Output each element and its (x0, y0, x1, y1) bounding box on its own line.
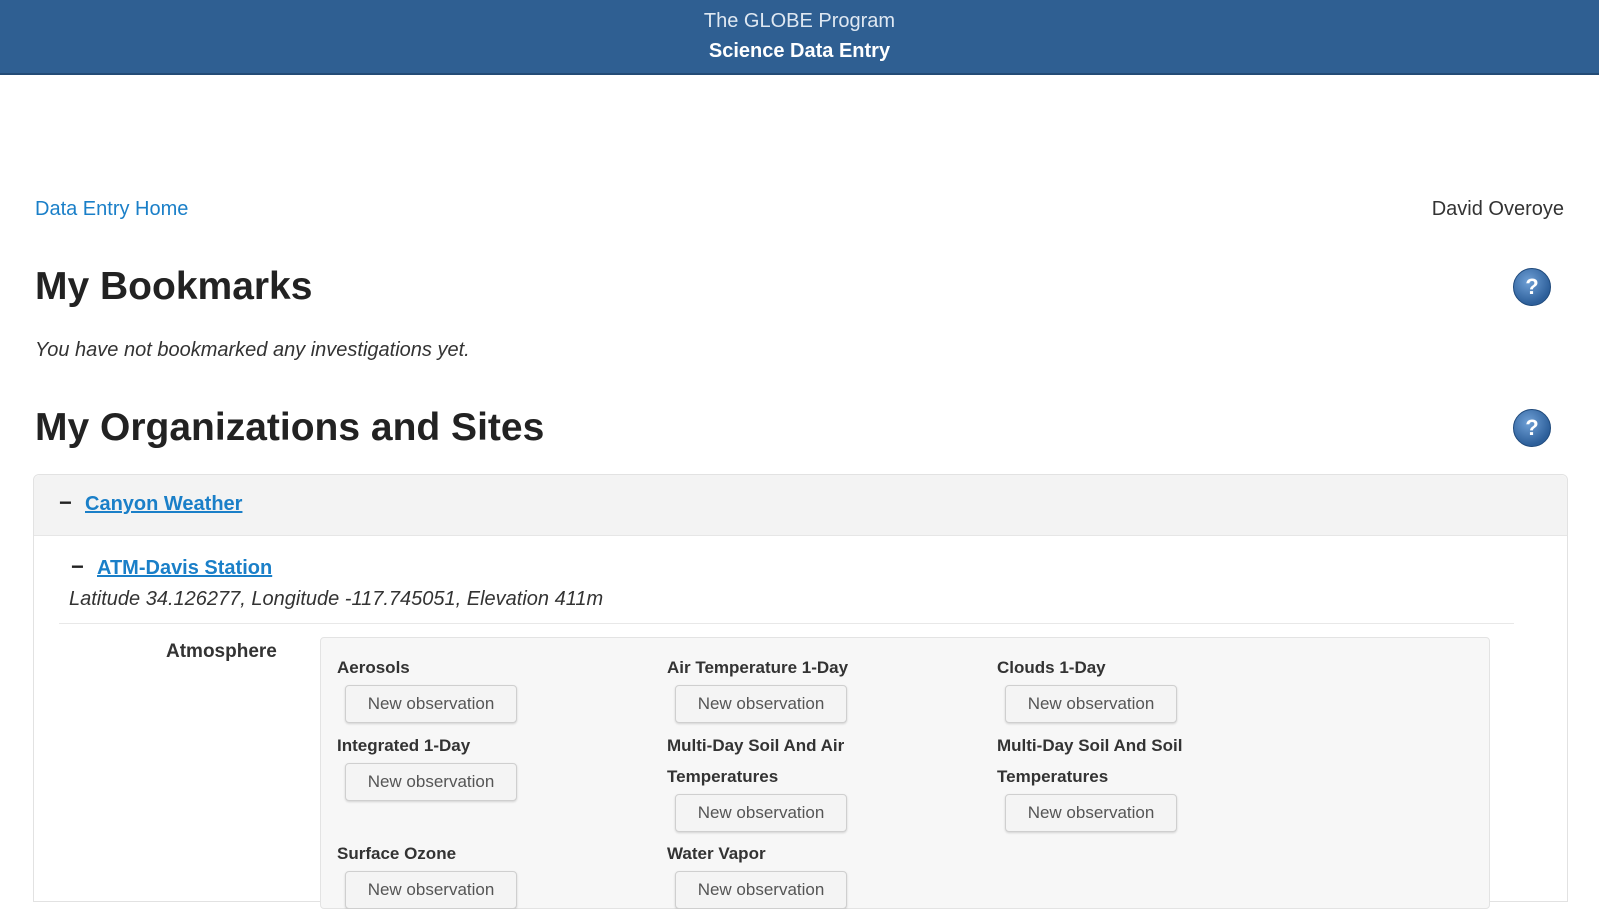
protocol-name-soil-soil-line1: Multi-Day Soil And Soil (997, 736, 1183, 755)
bookmarks-empty-message: You have not bookmarked any investigatio… (35, 339, 470, 361)
top-banner: The GLOBE Program Science Data Entry (0, 0, 1599, 75)
protocols-grid: Aerosols New observation Air Temperature… (320, 637, 1490, 909)
organization-link[interactable]: Canyon Weather (85, 493, 242, 516)
help-icon[interactable]: ? (1513, 268, 1551, 306)
new-observation-button[interactable]: New observation (345, 685, 517, 723)
collapse-site-toggle[interactable]: − (71, 554, 84, 580)
new-observation-button[interactable]: New observation (345, 763, 517, 801)
bookmarks-title: My Bookmarks (35, 265, 313, 308)
protocol-name-soil-air-line2: Temperatures (667, 767, 779, 786)
new-observation-button[interactable]: New observation (675, 685, 847, 723)
site-link[interactable]: ATM-Davis Station (97, 557, 272, 580)
organizations-title: My Organizations and Sites (35, 406, 545, 449)
site-divider (59, 623, 1514, 624)
protocol-name-soil-air-line1: Multi-Day Soil And Air (667, 736, 845, 755)
site-coordinates: Latitude 34.126277, Longitude -117.74505… (69, 588, 604, 610)
protocol-name-soil-soil-line2: Temperatures (997, 767, 1109, 786)
new-observation-button[interactable]: New observation (345, 871, 517, 909)
protocol-name-integrated: Integrated 1-Day (337, 736, 471, 755)
new-observation-button[interactable]: New observation (1005, 794, 1177, 832)
program-name: The GLOBE Program (703, 10, 896, 32)
collapse-org-toggle[interactable]: − (59, 490, 72, 516)
category-label-atmosphere: Atmosphere (166, 641, 277, 662)
new-observation-button[interactable]: New observation (675, 871, 847, 909)
new-observation-button[interactable]: New observation (675, 794, 847, 832)
organization-panel: − Canyon Weather − ATM-Davis Station Lat… (33, 474, 1568, 909)
protocol-name-water-vapor: Water Vapor (667, 844, 766, 863)
protocol-name-clouds: Clouds 1-Day (997, 658, 1106, 677)
organization-header: − Canyon Weather (34, 475, 1567, 536)
protocol-name-aerosols: Aerosols (337, 658, 410, 677)
app-title: Science Data Entry (708, 40, 891, 62)
help-icon[interactable]: ? (1513, 409, 1551, 447)
protocol-name-surface-ozone: Surface Ozone (337, 844, 457, 863)
user-name: David Overoye (1431, 198, 1564, 220)
new-observation-button[interactable]: New observation (1005, 685, 1177, 723)
data-entry-home-link[interactable]: Data Entry Home (35, 198, 188, 221)
protocol-name-air-temperature: Air Temperature 1-Day (667, 658, 849, 677)
